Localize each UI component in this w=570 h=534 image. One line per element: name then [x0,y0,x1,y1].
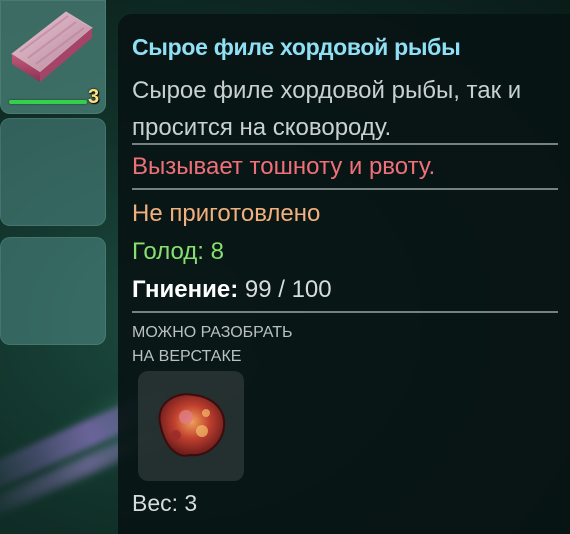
salvage-result-slot [138,371,244,481]
inventory-slot-2[interactable] [0,118,106,226]
hunger-value: 8 [210,238,225,265]
divider [132,188,558,190]
stack-count: 3 [88,86,100,108]
salvage-line-2: НА ВЕРСТАКЕ [132,348,242,365]
hunger-stat: Голод: 8 [132,238,224,266]
weight-stat: Вес: 3 [132,490,197,517]
inventory-slot-3[interactable] [0,237,106,345]
item-tooltip: Сырое филе хордовой рыбы Сырое филе хорд… [118,14,570,534]
divider [132,143,558,145]
salvage-info: МОЖНО РАЗОБРАТЬ НА ВЕРСТАКЕ [132,321,292,369]
cooked-status: Не приготовлено [132,200,321,227]
durability-bar [9,100,87,104]
raw-fish-fillet-icon [11,11,93,82]
salvage-line-1: МОЖНО РАЗОБРАТЬ [132,324,293,341]
weight-label: Вес: [132,490,179,516]
decay-stat: Гниение: 99 / 100 [132,276,332,304]
divider [132,311,558,313]
decay-value: 99 / 100 [244,276,332,303]
organic-matter-icon [158,393,226,457]
inventory-slot-1[interactable]: 3 [0,0,106,114]
item-effect: Вызывает тошноту и рвоту. [132,153,436,180]
item-title: Сырое филе хордовой рыбы [132,34,461,60]
item-description: Сырое филе хордовой рыбы, так и просится… [132,77,522,141]
decay-label: Гниение: [132,276,239,303]
hunger-label: Голод: [132,238,204,265]
weight-value: 3 [184,490,198,516]
